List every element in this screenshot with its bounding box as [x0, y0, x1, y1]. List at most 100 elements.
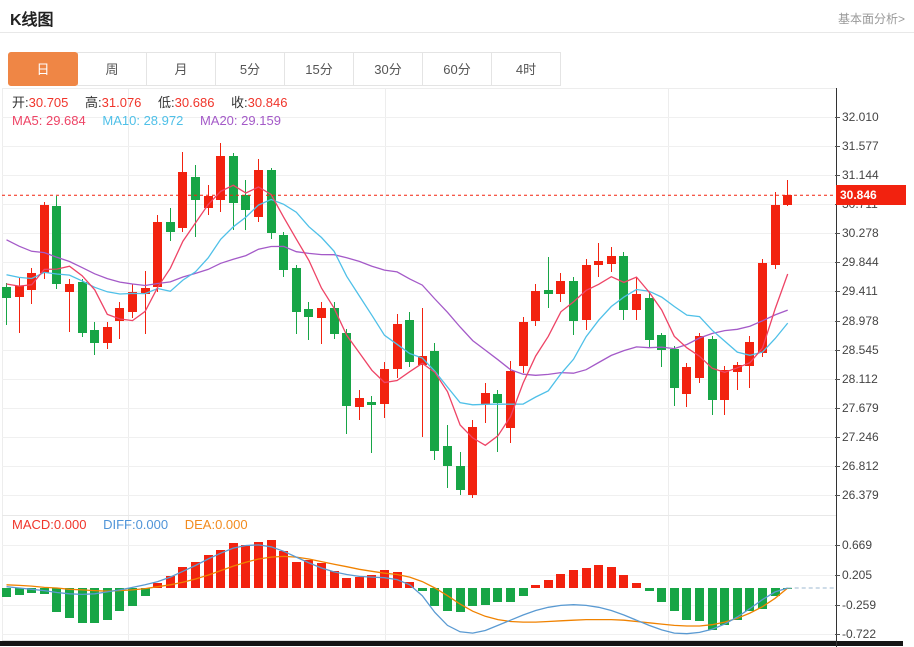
- candle: [569, 281, 578, 321]
- y-axis-tick: [835, 575, 840, 576]
- gridline: [2, 495, 836, 496]
- ma10-label: MA10:: [102, 113, 140, 128]
- open-label: 开:: [12, 95, 29, 110]
- diff-label: DIFF:: [103, 517, 136, 532]
- y-axis-tick: [835, 321, 840, 322]
- candle: [342, 333, 351, 406]
- gridline: [2, 437, 836, 438]
- candle: [519, 322, 528, 366]
- tab-day[interactable]: 日: [8, 52, 78, 86]
- candle-wick: [422, 308, 423, 437]
- candle: [241, 195, 250, 210]
- y-axis-tick: [835, 350, 840, 351]
- macd-bar: [304, 560, 313, 588]
- candle: [430, 351, 439, 451]
- y-axis-label: 29.844: [842, 255, 879, 269]
- macd-bar: [216, 550, 225, 588]
- candle: [682, 367, 691, 393]
- candle: [758, 263, 767, 354]
- y-axis-label: 26.812: [842, 459, 879, 473]
- candle: [15, 286, 24, 297]
- y-axis-line: [836, 88, 837, 647]
- plot-left-border: [2, 88, 3, 640]
- ma20-label: MA20:: [200, 113, 238, 128]
- macd-bar: [657, 588, 666, 602]
- candle: [267, 170, 276, 233]
- macd-value: 0.000: [54, 517, 87, 532]
- macd-bar: [632, 583, 641, 588]
- candle: [619, 256, 628, 310]
- y-axis-tick: [835, 175, 840, 176]
- dea-label: DEA:: [185, 517, 215, 532]
- ohlc-legend: 开:30.705 高:31.076 低:30.686 收:30.846: [12, 92, 287, 111]
- candle: [582, 265, 591, 320]
- candle: [304, 309, 313, 317]
- high-label: 高:: [85, 95, 102, 110]
- ma-legend: MA5: 29.684 MA10: 28.972 MA20: 29.159: [12, 113, 281, 128]
- candle: [531, 291, 540, 321]
- gridline: [2, 262, 836, 263]
- macd-bar: [103, 588, 112, 620]
- ma5-label: MA5:: [12, 113, 42, 128]
- pane-divider: [2, 515, 836, 516]
- y-axis-label: -0.259: [842, 598, 876, 612]
- candle: [90, 330, 99, 343]
- y-axis-tick: [835, 291, 840, 292]
- candle: [153, 222, 162, 286]
- diff-value: 0.000: [136, 517, 169, 532]
- macd-bar: [783, 588, 792, 589]
- candle: [607, 256, 616, 264]
- candle: [468, 427, 477, 495]
- macd-bar: [619, 575, 628, 588]
- ma10-value: 28.972: [144, 113, 184, 128]
- candle: [367, 402, 376, 405]
- y-axis-label: 30.278: [842, 226, 879, 240]
- close-value: 30.846: [248, 95, 288, 110]
- macd-bar: [141, 588, 150, 596]
- candle: [645, 298, 654, 340]
- candle: [456, 466, 465, 490]
- y-axis-tick: [835, 262, 840, 263]
- macd-bar: [418, 588, 427, 591]
- macd-bar: [254, 542, 263, 588]
- candle: [128, 292, 137, 312]
- gridline: [2, 545, 836, 546]
- candle: [216, 156, 225, 200]
- macd-bar: [191, 562, 200, 588]
- y-axis-label: 27.679: [842, 401, 879, 415]
- close-label: 收:: [231, 95, 248, 110]
- macd-bar: [430, 588, 439, 606]
- candle: [493, 394, 502, 403]
- y-axis-label: 31.577: [842, 139, 879, 153]
- macd-bar: [481, 588, 490, 605]
- gridline: [2, 466, 836, 467]
- y-axis-tick: [835, 437, 840, 438]
- y-axis-tick: [835, 233, 840, 234]
- y-axis-tick: [835, 408, 840, 409]
- candle: [720, 370, 729, 400]
- y-axis-tick: [835, 545, 840, 546]
- y-axis-label: 32.010: [842, 110, 879, 124]
- macd-bar: [519, 588, 528, 596]
- macd-bar: [645, 588, 654, 591]
- candle: [178, 172, 187, 228]
- candle: [481, 393, 490, 404]
- macd-bar: [115, 588, 124, 611]
- macd-bar: [317, 563, 326, 588]
- y-axis-tick: [835, 466, 840, 467]
- candle: [556, 281, 565, 294]
- dea-value: 0.000: [215, 517, 248, 532]
- candle: [393, 324, 402, 370]
- gridline: [2, 634, 836, 635]
- macd-bar: [178, 567, 187, 588]
- macd-bar: [544, 580, 553, 588]
- candle: [40, 205, 49, 273]
- candle: [65, 284, 74, 293]
- candle: [317, 308, 326, 318]
- macd-bar: [607, 567, 616, 588]
- macd-bar: [745, 588, 754, 611]
- ma5-value: 29.684: [46, 113, 86, 128]
- y-axis-label: 28.978: [842, 314, 879, 328]
- candle: [2, 287, 11, 298]
- candle: [657, 335, 666, 350]
